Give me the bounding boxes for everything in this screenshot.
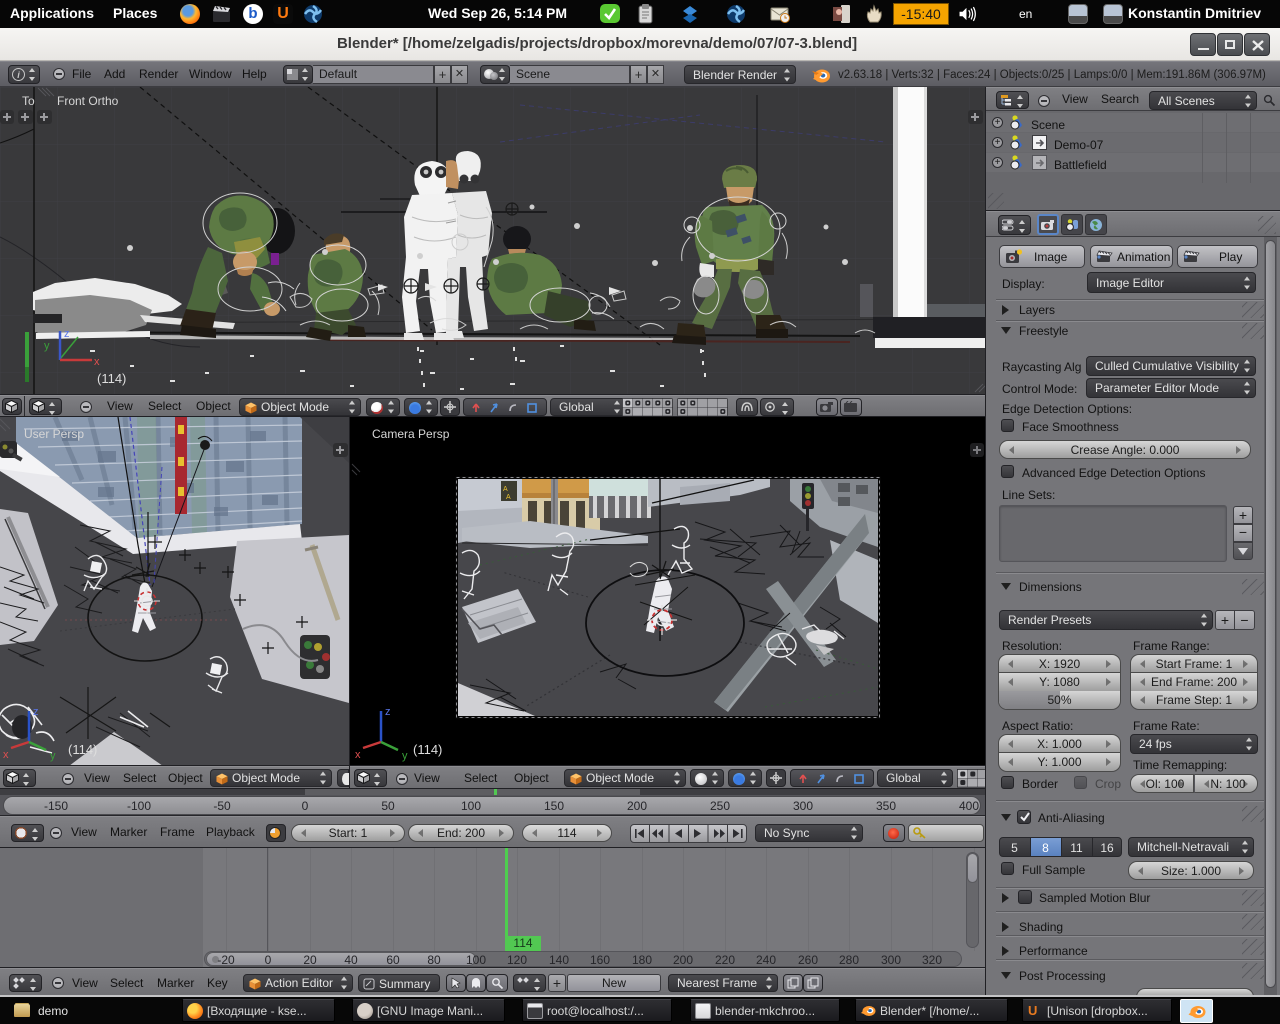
svg-text:x: x [355, 749, 361, 761]
svg-text:y: y [50, 750, 56, 762]
svg-text:(114): (114) [413, 742, 442, 757]
svg-text:x: x [94, 356, 100, 368]
svg-text:A: A [503, 486, 508, 493]
svg-text:z: z [33, 706, 39, 718]
svg-text:y: y [44, 340, 50, 352]
svg-text:Camera Persp: Camera Persp [372, 427, 450, 441]
svg-text:Front Ortho: Front Ortho [57, 94, 119, 108]
svg-text:y: y [402, 750, 408, 762]
svg-text:z: z [385, 706, 391, 718]
svg-text:User Persp: User Persp [24, 427, 84, 441]
svg-text:A: A [506, 494, 511, 501]
svg-text:(114): (114) [97, 371, 126, 386]
svg-text:x: x [3, 749, 9, 761]
svg-text:z: z [64, 328, 70, 340]
svg-text:(114): (114) [68, 742, 97, 757]
svg-text:To: To [22, 94, 35, 108]
